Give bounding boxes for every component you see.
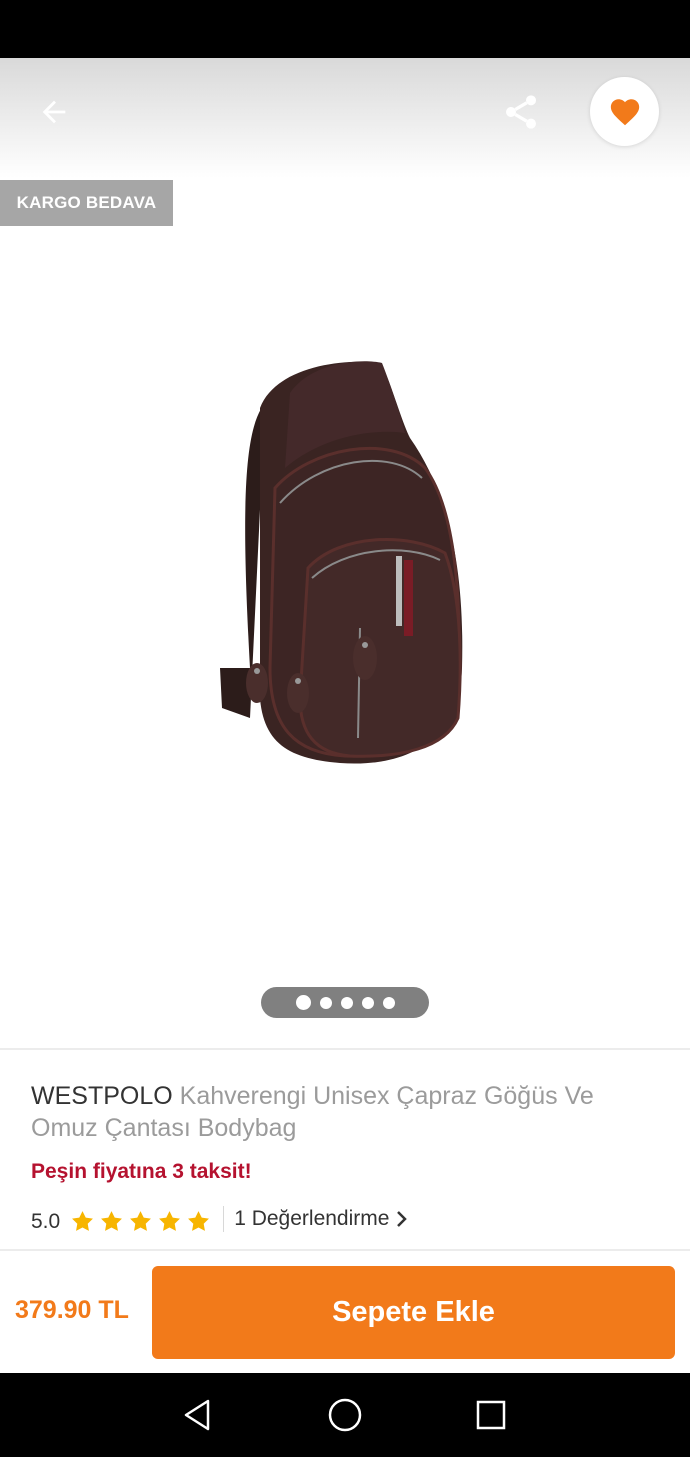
- pager-dot[interactable]: [382, 996, 395, 1009]
- add-to-cart-button[interactable]: Sepete Ekle: [152, 1266, 675, 1359]
- share-icon: [506, 95, 536, 129]
- nav-recents-button[interactable]: [467, 1391, 515, 1439]
- product-title: WESTPOLO Kahverengi Unisex Çapraz Göğüs …: [31, 1080, 651, 1144]
- favorite-button[interactable]: [590, 77, 659, 146]
- back-button[interactable]: [30, 88, 78, 136]
- circle-home-icon: [328, 1398, 362, 1432]
- pager-dot[interactable]: [361, 996, 374, 1009]
- reviews-link[interactable]: 1 Değerlendirme: [234, 1207, 409, 1231]
- arrow-left-icon: [42, 100, 66, 124]
- chevron-right-icon: [397, 1211, 408, 1227]
- triangle-back-icon: [184, 1399, 210, 1431]
- rating-stars: [70, 1209, 211, 1234]
- header-gradient: [0, 58, 690, 178]
- product-brand: WESTPOLO: [31, 1082, 173, 1110]
- star-icon: [159, 1210, 181, 1231]
- product-image-gallery[interactable]: KARGO BEDAVA: [0, 58, 690, 1048]
- pager-dot[interactable]: [340, 996, 353, 1009]
- status-bar: [0, 0, 690, 58]
- nav-back-button[interactable]: [173, 1391, 221, 1439]
- product-price: 379.90 TL: [15, 1296, 129, 1324]
- nav-home-button[interactable]: [321, 1391, 369, 1439]
- share-button[interactable]: [497, 88, 545, 136]
- product-info: WESTPOLO Kahverengi Unisex Çapraz Göğüs …: [31, 1080, 651, 1233]
- image-pager[interactable]: [261, 987, 429, 1018]
- square-recents-icon: [476, 1400, 506, 1430]
- star-icon: [188, 1210, 210, 1231]
- star-icon: [130, 1210, 152, 1231]
- divider: [0, 1048, 690, 1050]
- pager-dot-active[interactable]: [295, 995, 311, 1010]
- rating-value: 5.0: [31, 1210, 61, 1233]
- heart-icon: [610, 98, 639, 125]
- star-icon: [101, 1210, 123, 1231]
- installment-text: Peşin fiyatına 3 taksit!: [31, 1160, 252, 1183]
- pager-dot[interactable]: [319, 996, 332, 1009]
- product-image: [220, 361, 463, 764]
- rating-row: 5.0 1 Değerlendirme: [31, 1204, 409, 1234]
- system-nav-bar: [0, 1373, 690, 1457]
- rating-separator: [223, 1206, 225, 1232]
- free-shipping-badge: KARGO BEDAVA: [0, 180, 173, 226]
- star-icon: [72, 1210, 94, 1231]
- reviews-label: 1 Değerlendirme: [234, 1207, 390, 1230]
- divider: [0, 1249, 690, 1251]
